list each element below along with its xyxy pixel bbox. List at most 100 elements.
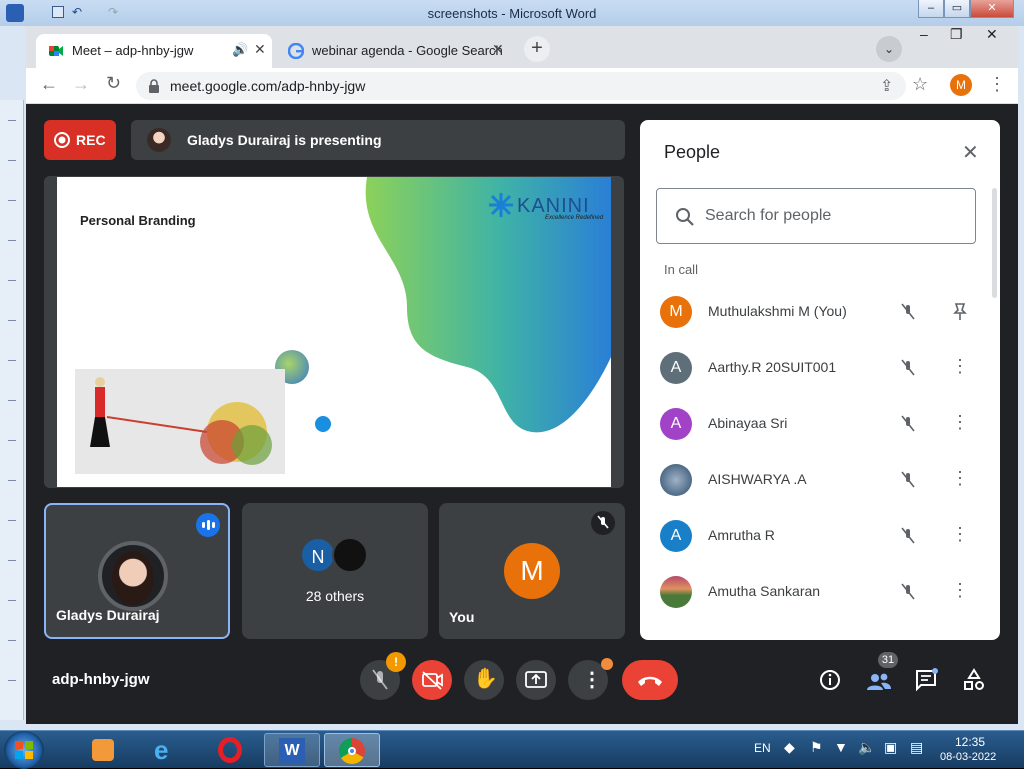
flag-tray-icon[interactable]: ⚑ xyxy=(810,739,823,756)
tab-close-icon[interactable]: ✕ xyxy=(492,41,504,58)
person-row[interactable]: M Muthulakshmi M (You) xyxy=(660,284,980,340)
lock-icon[interactable] xyxy=(148,79,160,93)
participant-tile-presenter[interactable]: Gladys Durairaj xyxy=(44,503,230,639)
more-options-icon[interactable]: ⋮ xyxy=(948,356,972,380)
back-arrow-icon[interactable]: ← xyxy=(40,74,58,95)
camera-toggle-button[interactable] xyxy=(412,660,452,700)
new-tab-button[interactable]: + xyxy=(524,36,550,62)
camera-off-icon xyxy=(422,671,443,690)
vpn-tray-icon[interactable]: ▣ xyxy=(884,739,897,756)
tile-name: Gladys Durairaj xyxy=(56,607,160,623)
volume-tray-icon[interactable]: 🔈 xyxy=(858,739,875,756)
close-panel-icon[interactable]: ✕ xyxy=(962,140,979,165)
people-button[interactable]: 31 xyxy=(864,652,900,696)
media-player-taskbar-icon[interactable] xyxy=(78,733,128,767)
people-scrollbar[interactable] xyxy=(992,188,997,298)
reload-icon[interactable]: ↻ xyxy=(106,73,121,94)
meet-favicon-icon xyxy=(49,46,63,56)
google-favicon-icon xyxy=(288,43,304,59)
person-name: Amutha Sankaran xyxy=(708,583,821,599)
opera-taskbar-icon[interactable] xyxy=(206,733,256,767)
more-options-button[interactable]: ⋮ xyxy=(568,658,613,700)
tab-close-icon[interactable]: ✕ xyxy=(254,41,266,58)
word-close-button[interactable]: ✕ xyxy=(970,0,1014,18)
person-name: Muthulakshmi M (You) xyxy=(708,303,847,319)
mic-toggle-button[interactable]: ! xyxy=(360,652,406,700)
recording-badge[interactable]: REC xyxy=(44,120,116,160)
more-options-icon[interactable]: ⋮ xyxy=(948,412,972,436)
others-avatar-photo xyxy=(332,537,368,573)
forward-arrow-icon[interactable]: → xyxy=(72,74,90,95)
tab-google-search[interactable]: webinar agenda - Google Search ✕ xyxy=(278,34,508,68)
others-avatar-n: N xyxy=(300,537,336,573)
chrome-minimize-button[interactable]: – xyxy=(920,26,928,42)
clock-time[interactable]: 12:35 xyxy=(955,735,985,749)
teams-tray-icon[interactable]: ◆ xyxy=(784,739,795,756)
more-options-icon[interactable]: ⋮ xyxy=(948,524,972,548)
chrome-taskbar-icon[interactable] xyxy=(324,733,380,767)
person-row[interactable]: A Amrutha R ⋮ xyxy=(660,508,980,564)
people-icon xyxy=(867,673,891,690)
participant-tile-others[interactable]: N 28 others xyxy=(242,503,428,639)
muted-mic-icon[interactable] xyxy=(896,412,920,436)
in-call-heading: In call xyxy=(664,262,698,277)
internet-explorer-taskbar-icon[interactable]: e xyxy=(142,733,192,767)
present-screen-button[interactable] xyxy=(516,660,556,700)
leave-call-button[interactable] xyxy=(622,660,678,700)
mic-alert-badge: ! xyxy=(386,652,406,672)
muted-mic-icon[interactable] xyxy=(896,524,920,548)
person-avatar xyxy=(660,464,692,496)
people-panel: People ✕ Search for people In call M Mut… xyxy=(640,120,1000,640)
word-maximize-button[interactable]: ▭ xyxy=(944,0,970,18)
word-title-bar: ↶ ↷ screenshots - Microsoft Word – ▭ ✕ xyxy=(0,0,1024,26)
tab-meet[interactable]: Meet – adp-hnby-jgw 🔊 ✕ xyxy=(36,34,272,68)
participant-tile-you[interactable]: M You xyxy=(439,503,625,639)
raise-hand-button[interactable]: ✋ xyxy=(464,660,504,700)
person-name: Abinayaa Sri xyxy=(708,415,788,431)
presenter-bar: Gladys Durairaj is presenting xyxy=(131,120,625,160)
chrome-tab-strip: Meet – adp-hnby-jgw 🔊 ✕ webinar agenda -… xyxy=(26,26,1018,68)
search-people-field[interactable]: Search for people xyxy=(656,188,976,244)
windows-logo-icon xyxy=(15,741,33,759)
chrome-close-button[interactable]: ✕ xyxy=(986,26,998,43)
muted-mic-icon[interactable] xyxy=(896,580,920,604)
person-row[interactable]: A Abinayaa Sri ⋮ xyxy=(660,396,980,452)
start-button[interactable] xyxy=(4,731,44,769)
chrome-window-controls: – ❐ ✕ xyxy=(916,26,1016,48)
chrome-restore-button[interactable]: ❐ xyxy=(950,26,963,43)
more-options-icon[interactable]: ⋮ xyxy=(948,580,972,604)
person-row[interactable]: A Aarthy.R 20SUIT001 ⋮ xyxy=(660,340,980,396)
person-row[interactable]: AISHWARYA .A ⋮ xyxy=(660,452,980,508)
display-tray-icon[interactable]: ▤ xyxy=(910,739,923,756)
language-indicator[interactable]: EN xyxy=(754,741,771,755)
muted-mic-icon[interactable] xyxy=(896,300,920,324)
network-tray-icon[interactable]: ▼ xyxy=(834,739,848,755)
word-taskbar-icon[interactable]: W xyxy=(264,733,320,767)
chat-icon[interactable] xyxy=(914,668,938,692)
activities-icon[interactable] xyxy=(962,668,986,692)
audio-playing-icon[interactable]: 🔊 xyxy=(232,42,248,58)
url-text: meet.google.com/adp-hnby-jgw xyxy=(170,78,366,94)
kanini-logo-icon xyxy=(489,193,513,217)
more-vert-icon: ⋮ xyxy=(582,669,602,691)
profile-avatar[interactable]: M xyxy=(950,74,972,96)
share-icon[interactable]: ⇪ xyxy=(880,76,893,96)
bookmark-star-icon[interactable]: ☆ xyxy=(912,74,928,95)
presenting-text: Gladys Durairaj is presenting xyxy=(187,132,382,148)
pin-icon[interactable] xyxy=(948,300,972,324)
clock-date[interactable]: 08-03-2022 xyxy=(940,751,996,763)
chrome-menu-icon[interactable]: ⋮ xyxy=(988,74,1006,95)
tab-meet-title: Meet – adp-hnby-jgw xyxy=(72,43,194,58)
people-title: People xyxy=(664,142,721,162)
meeting-info-icon[interactable] xyxy=(818,668,842,692)
address-bar[interactable]: meet.google.com/adp-hnby-jgw ⇪ xyxy=(136,72,906,100)
person-row[interactable]: Amutha Sankaran ⋮ xyxy=(660,564,980,620)
presenter-avatar xyxy=(147,128,171,152)
muted-mic-icon[interactable] xyxy=(896,356,920,380)
tab-search-chevron-icon[interactable]: ⌄ xyxy=(876,36,902,62)
presentation-slide: Personal Branding KANINI Excellence Rede… xyxy=(57,177,611,487)
word-minimize-button[interactable]: – xyxy=(918,0,944,18)
more-options-icon[interactable]: ⋮ xyxy=(948,468,972,492)
meet-area: REC Gladys Durairaj is presenting Person… xyxy=(26,104,1018,724)
muted-mic-icon[interactable] xyxy=(896,468,920,492)
